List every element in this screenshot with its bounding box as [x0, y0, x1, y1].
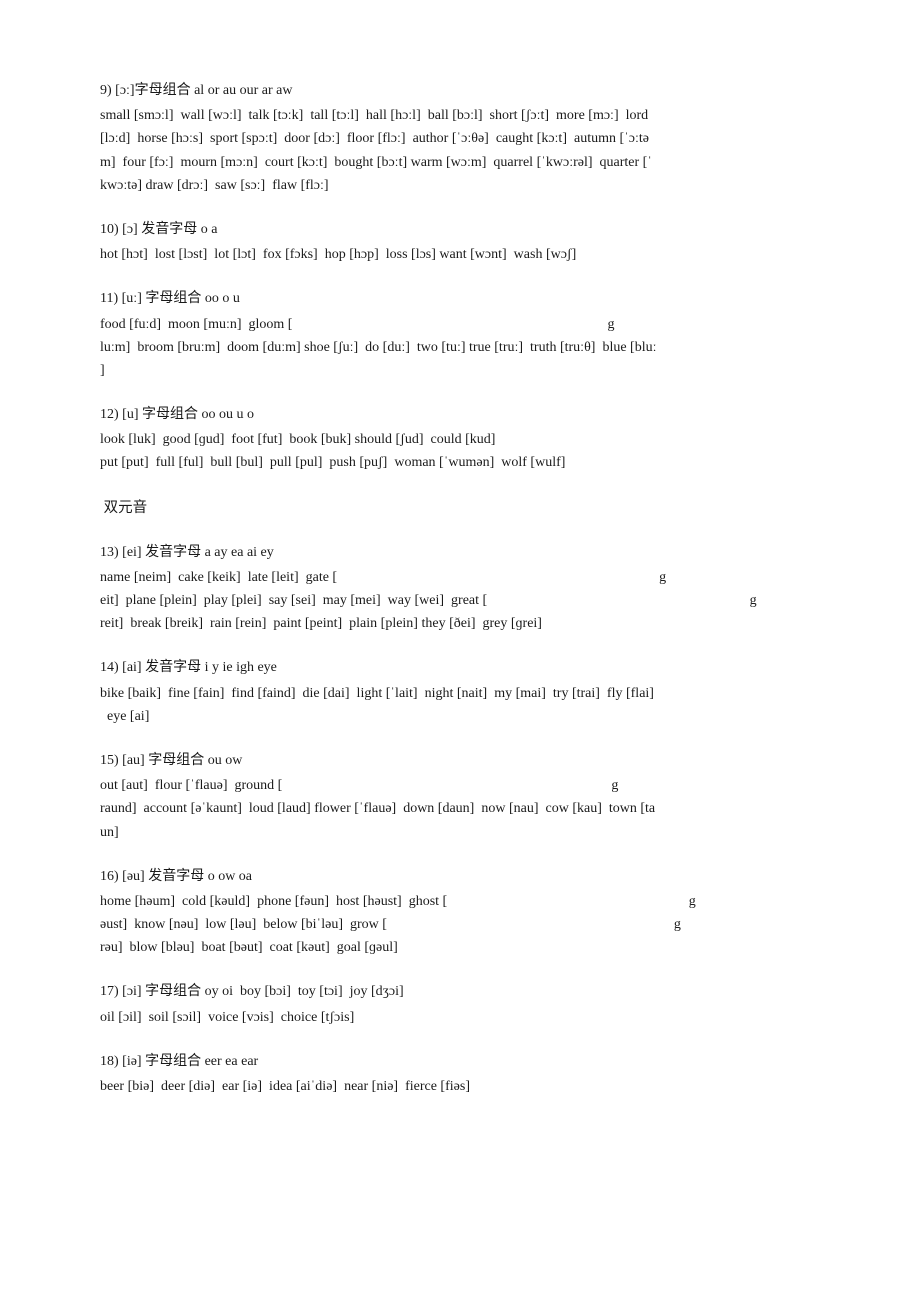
- section-9-content: small [smɔːl] wall [wɔːl] talk [tɔːk] ta…: [100, 104, 840, 196]
- section-12-title: 12) [u] 字母组合 oo ou u o: [100, 404, 840, 426]
- section-16-title: 16) [əu] 发音字母 o ow oa: [100, 866, 840, 888]
- section-9-title: 9) [ɔː]字母组合 al or au our ar aw: [100, 80, 840, 102]
- section-14: 14) [ai] 发音字母 i y ie igh eye bike [baik]…: [100, 657, 840, 728]
- section-17: 17) [ɔi] 字母组合 oy oi boy [bɔi] toy [tɔi] …: [100, 981, 840, 1028]
- section-10-content: hot [hɔt] lost [lɔst] lot [lɔt] fox [fɔk…: [100, 243, 840, 266]
- section-17-content: oil [ɔil] soil [sɔil] voice [vɔis] choic…: [100, 1006, 840, 1029]
- section-9: 9) [ɔː]字母组合 al or au our ar aw small [sm…: [100, 80, 840, 197]
- section-11-content: food [fuːd] moon [muːn] gloom [ g luːm] …: [100, 313, 840, 382]
- section-18: 18) [iə] 字母组合 eer ea ear beer [biə] deer…: [100, 1051, 840, 1098]
- section-10: 10) [ɔ] 发音字母 o a hot [hɔt] lost [lɔst] l…: [100, 219, 840, 266]
- double-vowels-label: 双元音: [100, 497, 840, 520]
- section-16-content: home [həum] cold [kəuld] phone [fəun] ho…: [100, 890, 840, 959]
- section-11: 11) [uː] 字母组合 oo o u food [fuːd] moon [m…: [100, 288, 840, 382]
- section-13-title: 13) [ei] 发音字母 a ay ea ai ey: [100, 542, 840, 564]
- page-content: 9) [ɔː]字母组合 al or au our ar aw small [sm…: [100, 80, 840, 1098]
- section-12: 12) [u] 字母组合 oo ou u o look [luk] good […: [100, 404, 840, 475]
- section-15-content: out [aut] flour [ˈflauə] ground [ g raun…: [100, 774, 840, 843]
- section-18-title: 18) [iə] 字母组合 eer ea ear: [100, 1051, 840, 1073]
- section-14-content: bike [baik] fine [fain] find [faind] die…: [100, 682, 840, 728]
- section-12-content: look [luk] good [ɡud] foot [fut] book [b…: [100, 428, 840, 474]
- section-10-title: 10) [ɔ] 发音字母 o a: [100, 219, 840, 241]
- section-double-vowels-header: 双元音: [100, 497, 840, 520]
- section-15: 15) [au] 字母组合 ou ow out [aut] flour [ˈfl…: [100, 750, 840, 844]
- section-16: 16) [əu] 发音字母 o ow oa home [həum] cold […: [100, 866, 840, 960]
- section-11-title: 11) [uː] 字母组合 oo o u: [100, 288, 840, 310]
- section-18-content: beer [biə] deer [diə] ear [iə] idea [aiˈ…: [100, 1075, 840, 1098]
- section-13-content: name [neim] cake [keik] late [leit] gate…: [100, 566, 840, 635]
- section-14-title: 14) [ai] 发音字母 i y ie igh eye: [100, 657, 840, 679]
- section-15-title: 15) [au] 字母组合 ou ow: [100, 750, 840, 772]
- section-17-title: 17) [ɔi] 字母组合 oy oi boy [bɔi] toy [tɔi] …: [100, 981, 840, 1003]
- section-13: 13) [ei] 发音字母 a ay ea ai ey name [neim] …: [100, 542, 840, 636]
